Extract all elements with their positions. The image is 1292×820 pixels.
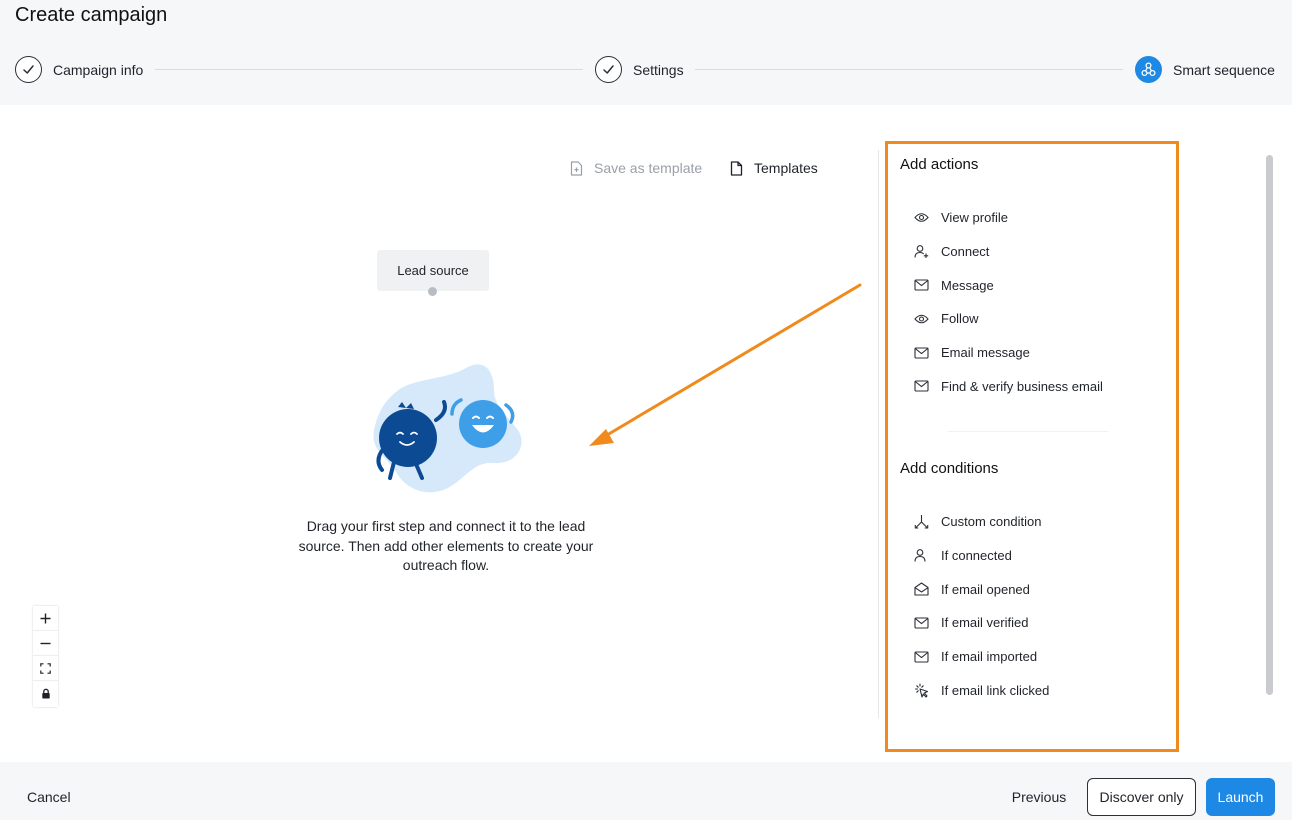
condition-label: If connected <box>941 548 1012 564</box>
footer: Cancel Previous Discover only Launch <box>0 762 1292 820</box>
mail-icon <box>912 615 930 631</box>
previous-button[interactable]: Previous <box>1004 778 1074 816</box>
condition-label: If email opened <box>941 581 1030 597</box>
mail-icon <box>912 345 930 361</box>
lead-source-node[interactable]: Lead source <box>377 250 489 291</box>
mail-icon <box>912 649 930 665</box>
empty-state-illustration <box>373 364 522 493</box>
plus-icon <box>40 613 51 623</box>
step-smart-sequence[interactable]: Smart sequence <box>1135 56 1275 83</box>
fit-view-button[interactable] <box>33 656 58 681</box>
user-icon <box>912 548 930 564</box>
step-connector <box>695 69 1123 70</box>
file-icon <box>728 159 744 177</box>
action-find-verify-email[interactable]: Find & verify business email <box>912 369 1172 403</box>
conditions-list: Custom condition If connected If email o… <box>912 505 1172 707</box>
condition-label: If email verified <box>941 615 1029 631</box>
annotation-arrow <box>589 283 862 446</box>
user-plus-icon <box>912 244 930 260</box>
condition-if-email-opened[interactable]: If email opened <box>912 572 1172 606</box>
save-as-template-label: Save as template <box>594 160 703 176</box>
check-icon <box>15 56 42 83</box>
page-title: Create campaign <box>15 4 168 26</box>
stepper: Campaign info Settings Smart sequence <box>15 56 1277 83</box>
condition-if-email-imported[interactable]: If email imported <box>912 640 1172 674</box>
condition-label: If email link clicked <box>941 682 1050 698</box>
section-separator <box>948 431 1108 432</box>
action-view-profile[interactable]: View profile <box>912 201 1172 235</box>
header: Create campaign Campaign info Settings S… <box>0 0 1292 105</box>
empty-state-text: Drag your first step and connect it to t… <box>298 518 594 573</box>
eye-icon <box>912 210 930 226</box>
action-label: Find & verify business email <box>941 378 1103 394</box>
launch-button[interactable]: Launch <box>1206 778 1275 816</box>
step-settings[interactable]: Settings <box>595 56 684 83</box>
condition-label: Custom condition <box>941 514 1042 530</box>
step-campaign-info[interactable]: Campaign info <box>15 56 143 83</box>
action-label: View profile <box>941 210 1008 226</box>
action-message[interactable]: Message <box>912 268 1172 302</box>
condition-label: If email imported <box>941 649 1038 665</box>
lock-button[interactable] <box>33 681 58 706</box>
lead-source-connector-handle[interactable] <box>428 287 437 296</box>
action-follow[interactable]: Follow <box>912 302 1172 336</box>
lock-icon <box>41 688 50 699</box>
step-connector <box>155 69 583 70</box>
action-label: Connect <box>941 244 990 260</box>
condition-if-email-link-clicked[interactable]: If email link clicked <box>912 673 1172 707</box>
mail-icon <box>912 277 930 293</box>
action-label: Message <box>941 277 994 293</box>
templates-button[interactable]: Templates <box>728 159 818 177</box>
eye-plus-icon <box>912 311 930 327</box>
branch-icon <box>912 514 930 530</box>
minus-icon <box>40 642 51 644</box>
mail-icon <box>912 378 930 394</box>
zoom-out-button[interactable] <box>33 631 58 656</box>
fit-view-icon <box>40 662 51 674</box>
actions-list: View profile Connect Message Follow Emai… <box>912 201 1172 403</box>
templates-label: Templates <box>754 160 818 176</box>
panel-divider <box>878 150 879 718</box>
panel-scrollbar[interactable] <box>1266 155 1273 695</box>
action-label: Email message <box>941 345 1030 361</box>
condition-if-connected[interactable]: If connected <box>912 539 1172 573</box>
save-as-template-button[interactable]: Save as template <box>568 159 702 177</box>
discover-only-button[interactable]: Discover only <box>1087 778 1196 816</box>
zoom-controls <box>33 606 58 707</box>
condition-custom[interactable]: Custom condition <box>912 505 1172 539</box>
actions-panel: Add actions View profile Connect Message… <box>885 141 1179 752</box>
mail-open-icon <box>912 581 930 597</box>
step-label: Campaign info <box>53 61 144 78</box>
action-connect[interactable]: Connect <box>912 235 1172 269</box>
file-plus-icon <box>568 159 584 177</box>
condition-if-email-verified[interactable]: If email verified <box>912 606 1172 640</box>
sequence-icon <box>1135 56 1162 83</box>
action-email-message[interactable]: Email message <box>912 336 1172 370</box>
add-conditions-heading: Add conditions <box>900 460 999 477</box>
step-label: Settings <box>633 61 684 78</box>
check-icon <box>595 56 622 83</box>
add-actions-heading: Add actions <box>900 156 979 173</box>
step-label: Smart sequence <box>1173 61 1275 78</box>
action-label: Follow <box>941 311 979 327</box>
cancel-button[interactable]: Cancel <box>27 789 71 805</box>
click-icon <box>912 682 930 698</box>
zoom-in-button[interactable] <box>33 606 58 631</box>
